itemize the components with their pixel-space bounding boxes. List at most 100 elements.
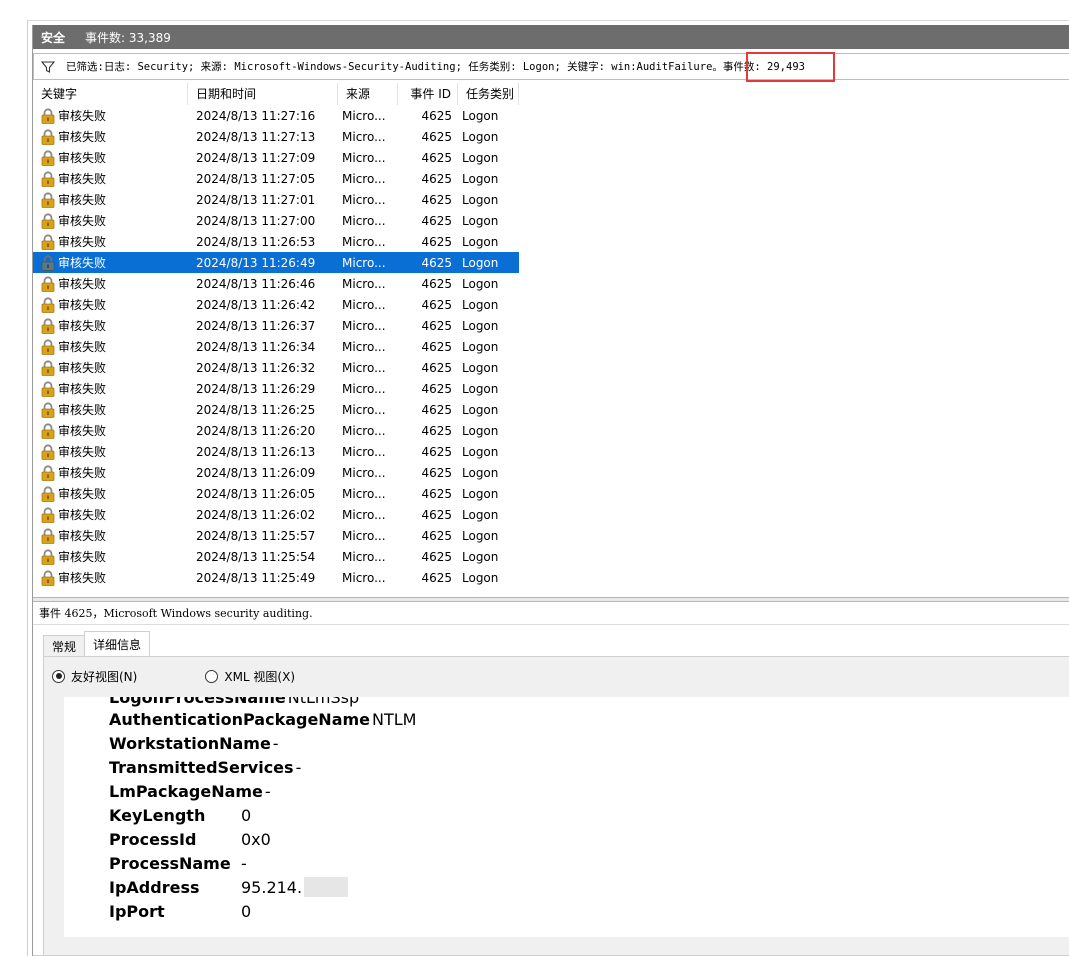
keyword-text: 审核失败 xyxy=(58,235,107,249)
field-value: - xyxy=(264,781,271,801)
field-ip-port: IpPort 0 xyxy=(109,899,251,923)
table-row[interactable]: 审核失败 2024/8/13 11:26:53 Micro... 4625 Logon xyxy=(33,231,519,252)
field-key: WorkstationName xyxy=(109,733,271,753)
task-category-cell: Logon xyxy=(462,381,499,396)
table-row[interactable]: 审核失败 2024/8/13 11:26:02 Micro... 4625 Logon xyxy=(33,504,519,525)
keyword-text: 审核失败 xyxy=(58,298,107,312)
friendly-view-radio[interactable]: 友好视图(N) xyxy=(52,668,137,685)
event-id-cell: 4625 xyxy=(421,297,452,312)
task-category-cell: Logon xyxy=(462,129,499,144)
table-row[interactable]: 审核失败 2024/8/13 11:26:05 Micro... 4625 Logon xyxy=(33,483,519,504)
pane-splitter[interactable] xyxy=(33,597,1069,602)
datetime-cell: 2024/8/13 11:26:20 xyxy=(196,423,316,438)
keyword-text: 审核失败 xyxy=(58,382,107,396)
table-row[interactable]: 审核失败 2024/8/13 11:26:34 Micro... 4625 Logon xyxy=(33,336,519,357)
field-value: 95.214. xyxy=(241,877,303,897)
xml-view-label: XML 视图(X) xyxy=(224,669,296,684)
column-header-keyword[interactable]: 关键字 xyxy=(33,83,188,105)
navigation-pane-edge[interactable] xyxy=(0,20,28,956)
lock-icon xyxy=(41,296,55,313)
table-row[interactable]: 审核失败 2024/8/13 11:26:37 Micro... 4625 Logon xyxy=(33,315,519,336)
table-row[interactable]: 审核失败 2024/8/13 11:26:25 Micro... 4625 Logon xyxy=(33,399,519,420)
keyword-cell: 审核失败 xyxy=(33,275,188,292)
task-category-cell: Logon xyxy=(462,570,499,585)
keyword-text: 审核失败 xyxy=(58,151,107,165)
lock-icon xyxy=(41,275,55,292)
task-category-cell: Logon xyxy=(462,402,499,417)
highlight-annotation-box xyxy=(746,52,835,82)
source-cell: Micro... xyxy=(342,444,386,459)
source-cell: Micro... xyxy=(342,318,386,333)
source-cell: Micro... xyxy=(342,528,386,543)
table-row[interactable]: 审核失败 2024/8/13 11:26:20 Micro... 4625 Logon xyxy=(33,420,519,441)
field-process-name: ProcessName - xyxy=(109,851,247,875)
table-row[interactable]: 审核失败 2024/8/13 11:27:16 Micro... 4625 Logon xyxy=(33,105,519,126)
column-header-task-category[interactable]: 任务类别 xyxy=(458,83,519,105)
event-id-cell: 4625 xyxy=(421,255,452,270)
event-list-header: 关键字 日期和时间 来源 事件 ID 任务类别 xyxy=(33,83,519,105)
field-transmitted-services: TransmittedServices - xyxy=(109,755,301,779)
task-category-cell: Logon xyxy=(462,549,499,564)
field-key: ProcessId xyxy=(109,829,197,849)
keyword-text: 审核失败 xyxy=(58,109,107,123)
datetime-cell: 2024/8/13 11:25:49 xyxy=(196,570,316,585)
keyword-text: 审核失败 xyxy=(58,319,107,333)
table-row[interactable]: 审核失败 2024/8/13 11:26:29 Micro... 4625 Logon xyxy=(33,378,519,399)
detail-tabs: 常规 详细信息 xyxy=(43,631,151,657)
keyword-cell: 审核失败 xyxy=(33,506,188,523)
event-data-fields: LogonProcessName NtLmSsp AuthenticationP… xyxy=(64,697,1069,937)
table-row[interactable]: 审核失败 2024/8/13 11:26:49 Micro... 4625 Logon xyxy=(33,252,519,273)
keyword-cell: 审核失败 xyxy=(33,233,188,250)
table-row[interactable]: 审核失败 2024/8/13 11:27:09 Micro... 4625 Logon xyxy=(33,147,519,168)
funnel-icon xyxy=(40,59,56,75)
datetime-cell: 2024/8/13 11:26:25 xyxy=(196,402,316,417)
task-category-cell: Logon xyxy=(462,486,499,501)
table-row[interactable]: 审核失败 2024/8/13 11:26:13 Micro... 4625 Logon xyxy=(33,441,519,462)
table-row[interactable]: 审核失败 2024/8/13 11:27:05 Micro... 4625 Logon xyxy=(33,168,519,189)
table-row[interactable]: 审核失败 2024/8/13 11:26:46 Micro... 4625 Logon xyxy=(33,273,519,294)
column-header-event-id[interactable]: 事件 ID xyxy=(398,83,458,105)
field-key: ProcessName xyxy=(109,853,231,873)
filter-bar: 已筛选:日志: Security; 来源: Microsoft-Windows-… xyxy=(33,53,1069,80)
datetime-cell: 2024/8/13 11:26:13 xyxy=(196,444,316,459)
view-options: 友好视图(N) XML 视图(X) xyxy=(52,667,295,685)
column-header-datetime[interactable]: 日期和时间 xyxy=(188,83,338,105)
table-row[interactable]: 审核失败 2024/8/13 11:26:32 Micro... 4625 Logon xyxy=(33,357,519,378)
event-id-cell: 4625 xyxy=(421,339,452,354)
event-detail-title: 事件 4625，Microsoft Windows security audit… xyxy=(33,603,1069,625)
top-border xyxy=(0,20,1069,21)
keyword-text: 审核失败 xyxy=(58,214,107,228)
table-row[interactable]: 审核失败 2024/8/13 11:25:49 Micro... 4625 Logon xyxy=(33,567,519,588)
table-row[interactable]: 审核失败 2024/8/13 11:27:01 Micro... 4625 Logon xyxy=(33,189,519,210)
column-header-source[interactable]: 来源 xyxy=(338,83,398,105)
source-cell: Micro... xyxy=(342,171,386,186)
table-row[interactable]: 审核失败 2024/8/13 11:25:57 Micro... 4625 Logon xyxy=(33,525,519,546)
event-id-cell: 4625 xyxy=(421,465,452,480)
xml-view-radio[interactable]: XML 视图(X) xyxy=(205,668,295,685)
field-lm-package-name: LmPackageName - xyxy=(109,779,271,803)
table-row[interactable]: 审核失败 2024/8/13 11:27:13 Micro... 4625 Logon xyxy=(33,126,519,147)
task-category-cell: Logon xyxy=(462,444,499,459)
tab-general[interactable]: 常规 xyxy=(43,635,86,657)
task-category-cell: Logon xyxy=(462,150,499,165)
source-cell: Micro... xyxy=(342,213,386,228)
event-id-cell: 4625 xyxy=(421,360,452,375)
field-key: AuthenticationPackageName xyxy=(109,709,371,729)
source-cell: Micro... xyxy=(342,276,386,291)
event-id-cell: 4625 xyxy=(421,549,452,564)
task-category-cell: Logon xyxy=(462,108,499,123)
radio-selected-icon xyxy=(52,669,65,683)
field-value: - xyxy=(295,757,302,777)
task-category-cell: Logon xyxy=(462,171,499,186)
table-row[interactable]: 审核失败 2024/8/13 11:26:09 Micro... 4625 Logon xyxy=(33,462,519,483)
table-row[interactable]: 审核失败 2024/8/13 11:26:42 Micro... 4625 Logon xyxy=(33,294,519,315)
table-row[interactable]: 审核失败 2024/8/13 11:25:54 Micro... 4625 Logon xyxy=(33,546,519,567)
field-ip-address: IpAddress 95.214. xyxy=(109,875,349,899)
event-id-cell: 4625 xyxy=(421,570,452,585)
event-id-cell: 4625 xyxy=(421,276,452,291)
keyword-text: 审核失败 xyxy=(58,172,107,186)
tab-details[interactable]: 详细信息 xyxy=(84,631,151,657)
table-row[interactable]: 审核失败 2024/8/13 11:27:00 Micro... 4625 Logon xyxy=(33,210,519,231)
datetime-cell: 2024/8/13 11:26:34 xyxy=(196,339,316,354)
source-cell: Micro... xyxy=(342,360,386,375)
